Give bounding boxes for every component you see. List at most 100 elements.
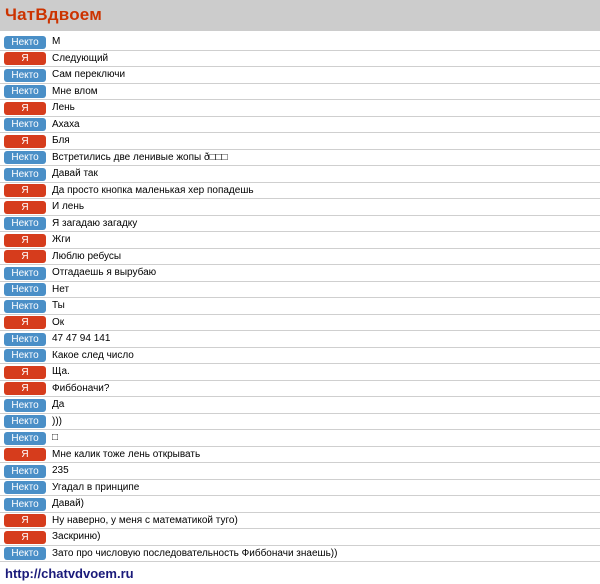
sender-badge-me: Я [4, 233, 46, 247]
sender-badge-me: Я [4, 250, 46, 263]
message-row: Я Да просто кнопка маленькая хер попадешь [0, 183, 600, 199]
site-logo[interactable]: ЧатВдвоем [5, 5, 102, 25]
message-row: Некто Угадал в принципе [0, 480, 600, 496]
message-row: Я Ну наверно, у меня с математикой туго) [0, 513, 600, 529]
sender-badge-stranger: Некто [4, 398, 46, 412]
sender-badge-me: Я [4, 184, 46, 197]
sender-badge-stranger: Некто [4, 349, 46, 362]
message-text: Отгадаешь я вырубаю [52, 267, 157, 278]
sender-badge-stranger: Некто [4, 497, 46, 511]
message-text: Ахаха [52, 118, 80, 130]
sender-badge-me: Я [4, 316, 46, 329]
message-text: Бля [52, 135, 70, 146]
message-row: Я Лень [0, 100, 600, 117]
sender-badge-stranger: Некто [4, 68, 46, 82]
message-text: Я загадаю загадку [52, 217, 138, 229]
message-row: Некто Ахаха [0, 117, 600, 133]
site-url[interactable]: http://chatvdvoem.ru [5, 566, 134, 582]
site-header: ЧатВдвоем [0, 0, 600, 31]
message-row: Некто Зато про числовую последовательност… [0, 546, 600, 562]
message-text: Фиббоначи? [52, 382, 110, 394]
sender-badge-stranger: Некто [4, 547, 46, 560]
sender-badge-me: Я [4, 365, 46, 379]
message-row: Некто Отгадаешь я вырубаю [0, 265, 600, 282]
message-text: Нет [52, 283, 70, 295]
message-row: Я Фиббоначи? [0, 381, 600, 397]
message-text: Зато про числовую последовательность Фиб… [52, 547, 338, 559]
sender-badge-stranger: Некто [4, 118, 46, 131]
message-row: Я Люблю ребусы [0, 249, 600, 265]
sender-badge-stranger: Некто [4, 167, 46, 181]
sender-badge-me: Я [4, 530, 46, 544]
message-row: Некто Мне влом [0, 84, 600, 100]
message-row: Некто М [0, 34, 600, 51]
sender-badge-me: Я [4, 101, 46, 115]
message-row: Некто Ты [0, 298, 600, 315]
sender-badge-stranger: Некто [4, 431, 46, 445]
message-row: Некто Какое след число [0, 348, 600, 364]
message-row: Некто 47 47 94 141 [0, 331, 600, 348]
message-row: Некто Да [0, 397, 600, 414]
message-row: Некто Сам переключи [0, 67, 600, 84]
message-text: Давай так [52, 168, 98, 179]
message-text: Ну наверно, у меня с математикой туго) [52, 514, 238, 526]
message-text: Ок [52, 316, 65, 328]
message-text: Ты [52, 300, 65, 311]
message-text: Угадал в принципе [52, 481, 140, 493]
message-row: Некто □ [0, 430, 600, 447]
sender-badge-stranger: Некто [4, 464, 46, 478]
sender-badge-stranger: Некто [4, 332, 46, 346]
message-row: Я Заскриню) [0, 529, 600, 546]
sender-badge-stranger: Некто [4, 217, 46, 230]
sender-badge-me: Я [4, 448, 46, 461]
message-text: Мне влом [52, 85, 98, 97]
sender-badge-me: Я [4, 200, 46, 214]
sender-badge-stranger: Некто [4, 415, 46, 428]
message-text: Сам переключи [52, 69, 126, 80]
sender-badge-me: Я [4, 382, 46, 395]
message-text: 47 47 94 141 [52, 333, 111, 344]
message-text: М [52, 36, 61, 47]
message-row: Я И лень [0, 199, 600, 216]
message-text: Давай) [52, 498, 85, 509]
message-row: Я Мне калик тоже лень открывать [0, 447, 600, 463]
message-text: Какое след число [52, 349, 134, 361]
message-row: Я Бля [0, 133, 600, 150]
message-row: Некто 235 [0, 463, 600, 480]
sender-badge-stranger: Некто [4, 151, 46, 164]
message-text: Да просто кнопка маленькая хер попадешь [52, 184, 254, 196]
sender-badge-me: Я [4, 514, 46, 527]
message-text: Люблю ребусы [52, 250, 122, 262]
message-row: Я Ок [0, 315, 600, 331]
message-row: Некто Давай) [0, 496, 600, 513]
chat-log: Некто М Я Следующий Некто Сам переключи Некто М… [0, 34, 600, 562]
message-text: Мне калик тоже лень открывать [52, 448, 201, 460]
message-text: Жги [52, 234, 71, 245]
message-text: И лень [52, 201, 85, 212]
message-text: Заскриню) [52, 531, 101, 542]
sender-badge-stranger: Некто [4, 283, 46, 296]
sender-badge-stranger: Некто [4, 481, 46, 494]
message-text: Ща. [52, 366, 70, 377]
message-text: Следующий [52, 52, 109, 64]
message-row: Я Жги [0, 232, 600, 249]
sender-badge-me: Я [4, 52, 46, 65]
sender-badge-stranger: Некто [4, 299, 46, 313]
message-row: Некто Нет [0, 282, 600, 298]
message-text: ))) [52, 415, 62, 427]
message-row: Я Следующий [0, 51, 600, 67]
message-row: Некто Встретились две ленивые жопы ð□□□ [0, 150, 600, 166]
message-row: Я Ща. [0, 364, 600, 381]
message-text: □ [52, 432, 59, 443]
message-text: Лень [52, 102, 75, 113]
message-text: Да [52, 399, 65, 410]
message-text: Встретились две ленивые жопы ð□□□ [52, 151, 228, 163]
sender-badge-me: Я [4, 134, 46, 148]
sender-badge-stranger: Некто [4, 35, 46, 49]
message-text: 235 [52, 465, 69, 476]
message-row: Некто Я загадаю загадку [0, 216, 600, 232]
sender-badge-stranger: Некто [4, 85, 46, 98]
sender-badge-stranger: Некто [4, 266, 46, 280]
message-row: Некто Давай так [0, 166, 600, 183]
message-row: Некто))) [0, 414, 600, 430]
